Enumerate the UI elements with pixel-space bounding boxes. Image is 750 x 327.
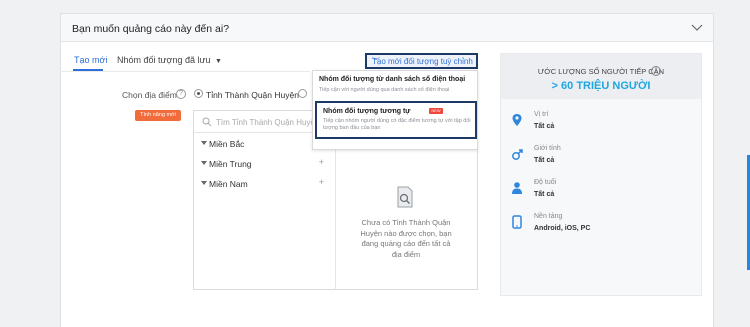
- stat-gender: Giới tính Tất cả: [501, 141, 701, 175]
- tabs-divider: [60, 71, 310, 72]
- stat-location: Vị trí Tất cả: [501, 107, 701, 141]
- custom-audience-menu: Nhóm đối tượng từ danh sách số điện thoạ…: [312, 70, 478, 150]
- new-badge: NEW: [429, 108, 443, 114]
- region-central[interactable]: Miền Trung +: [194, 155, 336, 173]
- location-pin-icon: [512, 114, 522, 126]
- device-icon: [512, 215, 522, 229]
- region-list: Miền Bắc Miền Trung + Miền Nam +: [194, 133, 336, 290]
- menu-item-title: Nhóm đối tượng tương tự: [323, 108, 411, 115]
- stat-label: Giới tính: [534, 145, 561, 152]
- add-icon[interactable]: +: [319, 177, 324, 187]
- collapse-chevron-icon[interactable]: [691, 22, 703, 32]
- help-icon[interactable]: ?: [176, 89, 186, 99]
- tab-bar: Tạo mới Nhóm đối tượng đã lưu ▼: [0, 40, 420, 71]
- create-custom-audience-button[interactable]: Tạo mới đối tượng tuỳ chỉnh ﹀: [365, 53, 478, 69]
- stat-value: Tất cả: [534, 157, 555, 164]
- region-name: Miền Nam: [209, 179, 248, 189]
- reach-value: > 60 TRIỆU NGƯỜI: [551, 80, 651, 92]
- stat-value: Android, iOS, PC: [534, 225, 591, 232]
- stat-label: Vị trí: [534, 111, 549, 118]
- stat-age: Độ tuổi Tất cả: [501, 175, 701, 209]
- tab-saved-audiences[interactable]: Nhóm đối tượng đã lưu: [117, 55, 211, 65]
- region-name: Miền Bắc: [209, 139, 245, 149]
- region-name: Miền Trung: [209, 159, 252, 169]
- menu-item-desc: Tiếp cận với người dùng qua danh sách số…: [319, 87, 450, 93]
- stat-value: Tất cả: [534, 191, 555, 198]
- other-radio[interactable]: [298, 89, 307, 98]
- expand-triangle-icon[interactable]: [201, 181, 207, 185]
- reach-estimate-panel: ƯỚC LƯỢNG SỐ NGƯỜI TIẾP CẬN i > 60 TRIỆU…: [500, 53, 702, 296]
- menu-item-title: Nhóm đối tượng từ danh sách số điện thoạ…: [319, 76, 466, 83]
- search-placeholder: Tìm Tỉnh Thành Quận Huyện: [216, 118, 320, 127]
- search-icon: [202, 117, 212, 127]
- card-header: Bạn muốn quảng cáo này đến ai?: [61, 14, 713, 42]
- menu-item-lookalike[interactable]: Nhóm đối tượng tương tự NEW Tiếp cận nhó…: [315, 101, 477, 139]
- caret-down-icon[interactable]: ▼: [215, 58, 222, 65]
- expand-triangle-icon[interactable]: [201, 141, 207, 145]
- reach-title: ƯỚC LƯỢNG SỐ NGƯỜI TIẾP CẬN: [537, 67, 665, 76]
- region-south[interactable]: Miền Nam +: [194, 175, 336, 193]
- card-title: Bạn muốn quảng cáo này đến ai?: [72, 23, 230, 35]
- empty-selection-text: Chưa có Tỉnh Thành Quận Huyện nào được c…: [360, 218, 452, 259]
- person-icon: [512, 182, 522, 194]
- stat-label: Độ tuổi: [534, 179, 557, 186]
- new-feature-badge: Tính năng mới: [135, 110, 181, 121]
- menu-item-desc: Tiếp cận nhóm người dùng có đặc điểm tươ…: [323, 118, 471, 131]
- stat-value: Tất cả: [534, 123, 555, 130]
- menu-item-phone-list[interactable]: Nhóm đối tượng từ danh sách số điện thoạ…: [313, 71, 477, 101]
- stat-platform: Nền tảng Android, iOS, PC: [501, 209, 701, 243]
- empty-document-icon: [397, 186, 413, 208]
- tab-new[interactable]: Tạo mới: [74, 55, 107, 65]
- chevron-down-icon: ﹀: [372, 57, 380, 66]
- expand-triangle-icon[interactable]: [201, 161, 207, 165]
- info-icon[interactable]: i: [651, 66, 661, 76]
- reach-header: ƯỚC LƯỢNG SỐ NGƯỜI TIẾP CẬN i > 60 TRIỆU…: [501, 54, 701, 99]
- province-radio-label: Tỉnh Thành Quận Huyện: [206, 90, 299, 100]
- location-label: Chọn địa điểm: [122, 90, 177, 100]
- stat-label: Nền tảng: [534, 213, 563, 220]
- gender-icon: [512, 149, 523, 160]
- add-icon[interactable]: +: [319, 157, 324, 167]
- province-radio[interactable]: [194, 89, 203, 98]
